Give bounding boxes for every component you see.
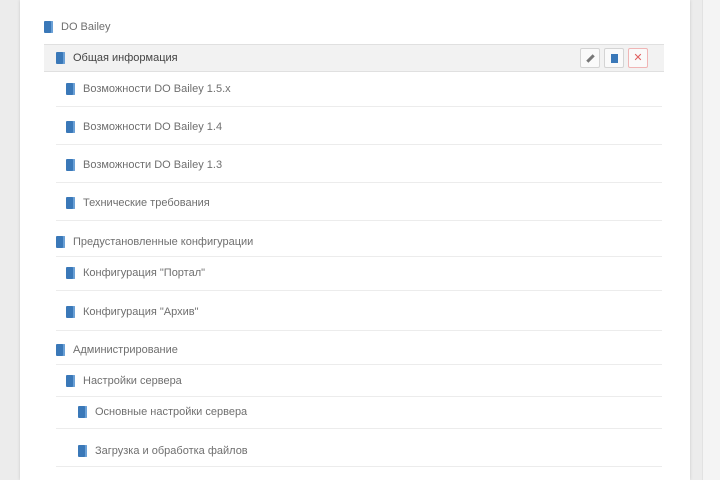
divider bbox=[56, 182, 662, 183]
tree-item-features-15[interactable]: Возможности DO Bailey 1.5.x bbox=[66, 80, 662, 98]
tree-item-config-archive[interactable]: Конфигурация "Архив" bbox=[66, 303, 662, 321]
document-icon bbox=[78, 406, 87, 418]
document-icon bbox=[44, 21, 53, 33]
document-icon bbox=[66, 306, 75, 318]
document-icon bbox=[56, 344, 65, 356]
divider bbox=[56, 144, 662, 145]
divider bbox=[56, 396, 662, 397]
divider bbox=[56, 256, 662, 257]
tree-item-label: Конфигурация "Портал" bbox=[83, 267, 206, 279]
tree-item-features-14[interactable]: Возможности DO Bailey 1.4 bbox=[66, 118, 662, 136]
tree-item-label: Общая информация bbox=[73, 52, 178, 64]
tree-item-label: Основные настройки сервера bbox=[95, 406, 248, 418]
tree-item-label: Возможности DO Bailey 1.4 bbox=[83, 121, 223, 133]
document-icon bbox=[66, 159, 75, 171]
document-icon bbox=[66, 197, 75, 209]
tree-item-label: Конфигурация "Архив" bbox=[83, 306, 199, 318]
tree-item-label: Технические требования bbox=[83, 197, 210, 209]
tree-item-basic-server-settings[interactable]: Основные настройки сервера bbox=[78, 403, 662, 421]
divider bbox=[56, 364, 662, 365]
document-icon bbox=[78, 445, 87, 457]
divider bbox=[56, 220, 662, 221]
edit-icon[interactable] bbox=[580, 48, 600, 68]
divider bbox=[56, 428, 662, 429]
divider bbox=[56, 106, 662, 107]
page-icon[interactable] bbox=[604, 48, 624, 68]
tree-item-config-portal[interactable]: Конфигурация "Портал" bbox=[66, 264, 662, 282]
document-icon bbox=[66, 375, 75, 387]
tree-item-features-13[interactable]: Возможности DO Bailey 1.3 bbox=[66, 156, 662, 174]
divider bbox=[56, 290, 662, 291]
tree-item-label: Администрирование bbox=[73, 344, 178, 356]
divider bbox=[56, 330, 662, 331]
divider bbox=[56, 466, 662, 467]
tree-item-label: Предустановленные конфигурации bbox=[73, 236, 254, 248]
document-icon bbox=[56, 236, 65, 248]
tree-root-label: DO Bailey bbox=[61, 21, 111, 33]
row-toolbar bbox=[580, 48, 648, 68]
tree-item-label: Загрузка и обработка файлов bbox=[95, 445, 248, 457]
tree-item-server-settings[interactable]: Настройки сервера bbox=[66, 372, 662, 390]
tree-item-label: Возможности DO Bailey 1.5.x bbox=[83, 83, 231, 95]
document-icon bbox=[56, 52, 65, 64]
tree-item-label: Настройки сервера bbox=[83, 375, 182, 387]
tree-item-requirements[interactable]: Технические требования bbox=[66, 194, 662, 212]
delete-icon[interactable] bbox=[628, 48, 648, 68]
scrollbar[interactable] bbox=[702, 0, 720, 480]
tree-item-file-processing[interactable]: Загрузка и обработка файлов bbox=[78, 442, 662, 460]
tree-item-general[interactable]: Общая информация bbox=[56, 49, 662, 67]
tree-item-administration[interactable]: Администрирование bbox=[56, 341, 662, 359]
tree-root[interactable]: DO Bailey bbox=[44, 18, 662, 36]
tree-item-label: Возможности DO Bailey 1.3 bbox=[83, 159, 223, 171]
tree-item-preconfigured[interactable]: Предустановленные конфигурации bbox=[56, 233, 662, 251]
document-icon bbox=[66, 83, 75, 95]
document-icon bbox=[66, 121, 75, 133]
document-icon bbox=[66, 267, 75, 279]
